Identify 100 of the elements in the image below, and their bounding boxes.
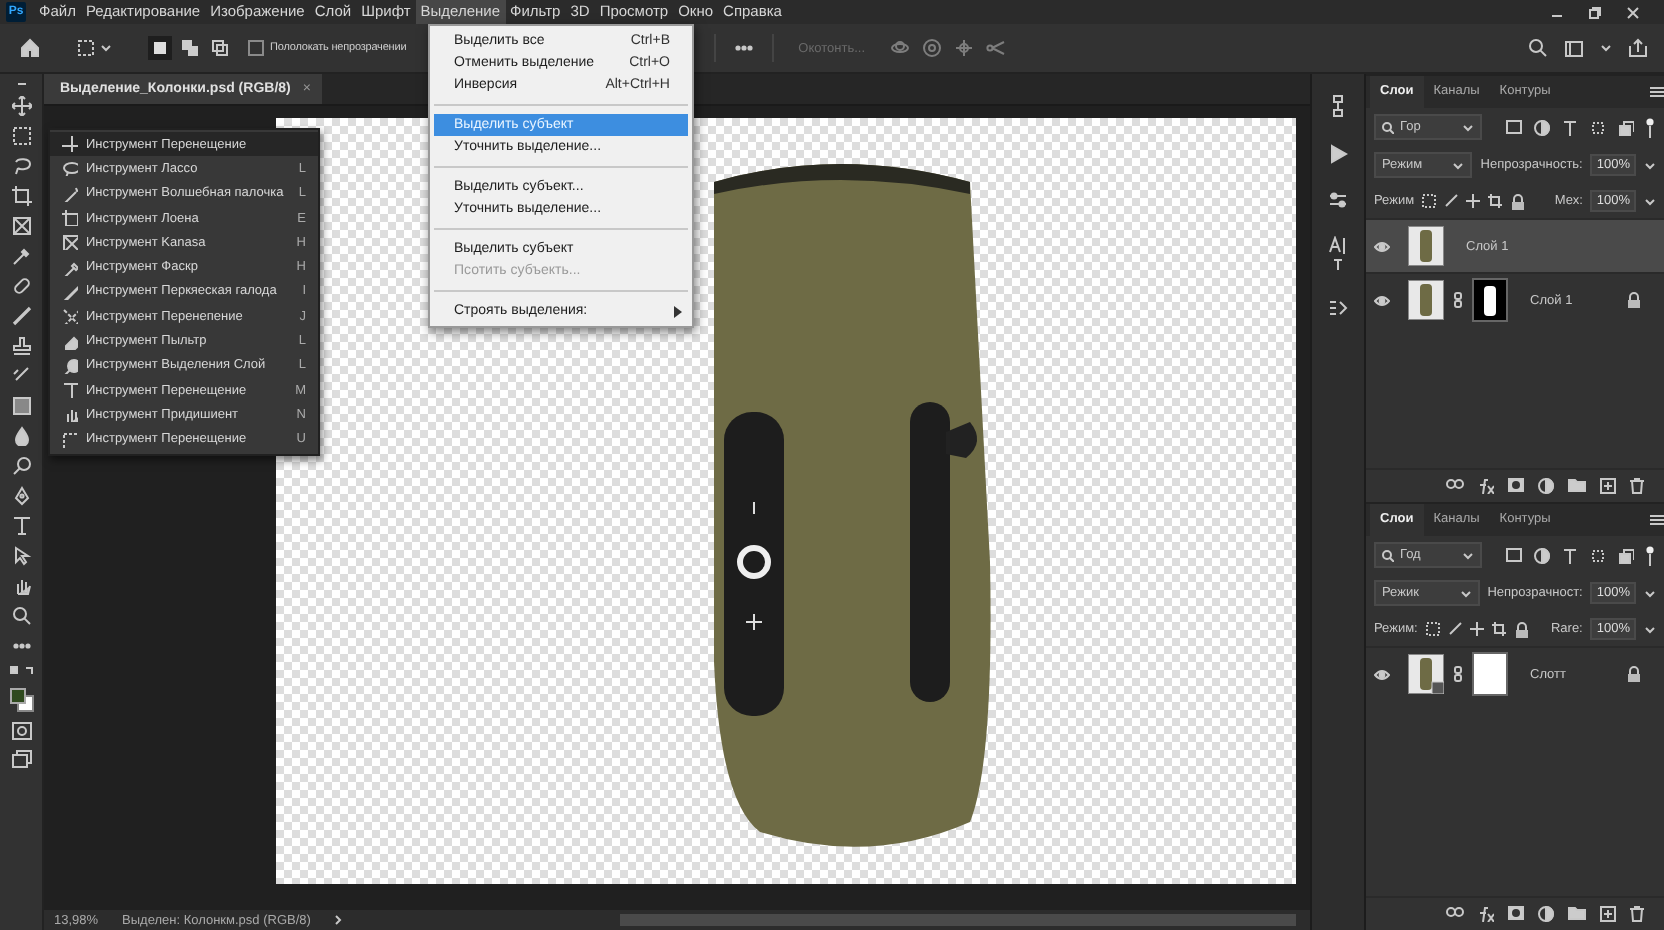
nodes-icon (985, 38, 1006, 58)
link-icon[interactable] (1446, 906, 1464, 918)
folder-icon[interactable] (1568, 906, 1586, 920)
zoom-icon[interactable] (11, 606, 31, 626)
lock-icon[interactable] (1510, 193, 1525, 209)
layer-mask-thumbnail (1472, 278, 1508, 322)
scrollbar-thumb[interactable] (620, 914, 1296, 926)
move-icon[interactable] (1469, 622, 1484, 636)
filter-toggle-icon[interactable] (1646, 545, 1654, 565)
eyedropper-icon[interactable] (11, 246, 31, 266)
tool-icon (62, 234, 78, 251)
type-filter-icon[interactable] (1562, 119, 1578, 135)
gradient-icon[interactable] (11, 396, 31, 416)
eye-icon (1374, 293, 1390, 307)
history-icon[interactable] (1328, 94, 1348, 118)
lock-icon[interactable] (1513, 621, 1528, 637)
adjustment-filter-icon[interactable] (1534, 547, 1550, 563)
layer-mask-thumbnail (1472, 652, 1508, 696)
smart-filter-icon[interactable] (1618, 119, 1634, 135)
link-icon[interactable] (1446, 478, 1464, 490)
checkbox[interactable] (248, 40, 264, 56)
hand-icon[interactable] (11, 576, 31, 596)
lock-pixels-icon[interactable] (1425, 622, 1440, 636)
filter-toggle-icon[interactable] (1646, 117, 1654, 137)
image-filter-icon[interactable] (1506, 548, 1522, 562)
magnifier-icon[interactable] (11, 456, 31, 476)
character-icon[interactable] (1328, 236, 1348, 272)
shape-filter-icon[interactable] (1590, 119, 1606, 135)
share-icon[interactable] (1628, 38, 1648, 58)
arrow-cursor-icon[interactable] (11, 546, 31, 566)
workspace-icon[interactable] (1564, 39, 1584, 57)
smart-filter-icon[interactable] (1618, 547, 1634, 563)
artboard-icon[interactable] (1488, 194, 1503, 208)
folder-icon[interactable] (1568, 478, 1586, 492)
tool-icon (62, 406, 78, 423)
screen-mode-icon[interactable] (11, 750, 31, 768)
bandage-icon[interactable] (11, 276, 31, 296)
brush-icon[interactable] (11, 306, 31, 326)
frame-icon[interactable] (11, 216, 31, 236)
new-layer-icon[interactable] (1600, 906, 1616, 922)
visibility-toggle[interactable] (1374, 293, 1390, 307)
trash-icon[interactable] (1630, 906, 1644, 922)
close-icon[interactable] (1626, 5, 1640, 19)
color-swatches-icon[interactable] (9, 688, 33, 712)
brush-icon[interactable] (1444, 194, 1459, 208)
caret-icon (1462, 121, 1474, 133)
mask-icon[interactable] (1508, 478, 1524, 492)
quick-mask-icon[interactable] (11, 722, 31, 740)
chain-icon (1454, 292, 1462, 308)
tool-icon (62, 333, 78, 350)
type-filter-icon[interactable] (1562, 547, 1578, 563)
more-icon[interactable] (734, 44, 755, 52)
drop-icon[interactable] (11, 426, 31, 446)
caret-icon[interactable] (100, 42, 112, 54)
sliders-icon[interactable] (1328, 190, 1348, 210)
history-brush-icon[interactable] (11, 366, 31, 386)
paragraph-icon[interactable] (1328, 298, 1348, 318)
caret-icon[interactable] (1644, 159, 1656, 171)
marquee-icon[interactable] (11, 126, 31, 146)
shape-filter-icon[interactable] (1590, 547, 1606, 563)
caret-icon[interactable] (1600, 42, 1612, 54)
square-icon (210, 38, 230, 58)
selection-mode-button[interactable] (178, 36, 202, 60)
new-layer-icon[interactable] (1600, 478, 1616, 494)
lock-pixels-icon[interactable] (1422, 194, 1437, 208)
caret-icon[interactable] (1644, 623, 1656, 635)
pen-icon[interactable] (11, 486, 31, 506)
type-icon[interactable] (11, 516, 31, 536)
marquee-icon[interactable] (76, 38, 96, 58)
mask-icon[interactable] (1508, 906, 1524, 920)
brush-icon[interactable] (1447, 622, 1462, 636)
fx-icon[interactable] (1478, 906, 1494, 922)
swap-colors-icon[interactable] (9, 666, 33, 678)
stamp-icon[interactable] (11, 336, 31, 356)
crop-icon[interactable] (11, 186, 31, 206)
tool-icon (62, 283, 78, 300)
orbit-icon (889, 38, 910, 58)
search-icon[interactable] (1528, 38, 1548, 58)
fx-icon[interactable] (1478, 478, 1494, 494)
caret-icon[interactable] (1644, 587, 1656, 599)
adjustment-icon[interactable] (1538, 906, 1554, 922)
visibility-toggle[interactable] (1374, 667, 1390, 681)
artboard-icon[interactable] (1491, 622, 1506, 636)
menu-icon[interactable] (1650, 514, 1664, 526)
move-icon[interactable] (1466, 194, 1481, 208)
selection-mode-button[interactable] (148, 36, 172, 60)
visibility-toggle[interactable] (1374, 239, 1390, 253)
trash-icon[interactable] (1630, 478, 1644, 494)
lasso-icon[interactable] (11, 156, 31, 176)
adjustment-filter-icon[interactable] (1534, 119, 1550, 135)
menu-icon[interactable] (1650, 86, 1664, 98)
home-icon[interactable] (20, 38, 40, 58)
restore-icon[interactable] (1588, 5, 1602, 19)
image-filter-icon[interactable] (1506, 120, 1522, 134)
chevron-right-icon[interactable] (334, 914, 343, 926)
selection-mode-button[interactable] (208, 36, 232, 60)
move-icon[interactable] (11, 96, 31, 116)
adjustment-icon[interactable] (1538, 478, 1554, 494)
play-icon[interactable] (1328, 144, 1348, 164)
caret-icon[interactable] (1644, 195, 1656, 207)
